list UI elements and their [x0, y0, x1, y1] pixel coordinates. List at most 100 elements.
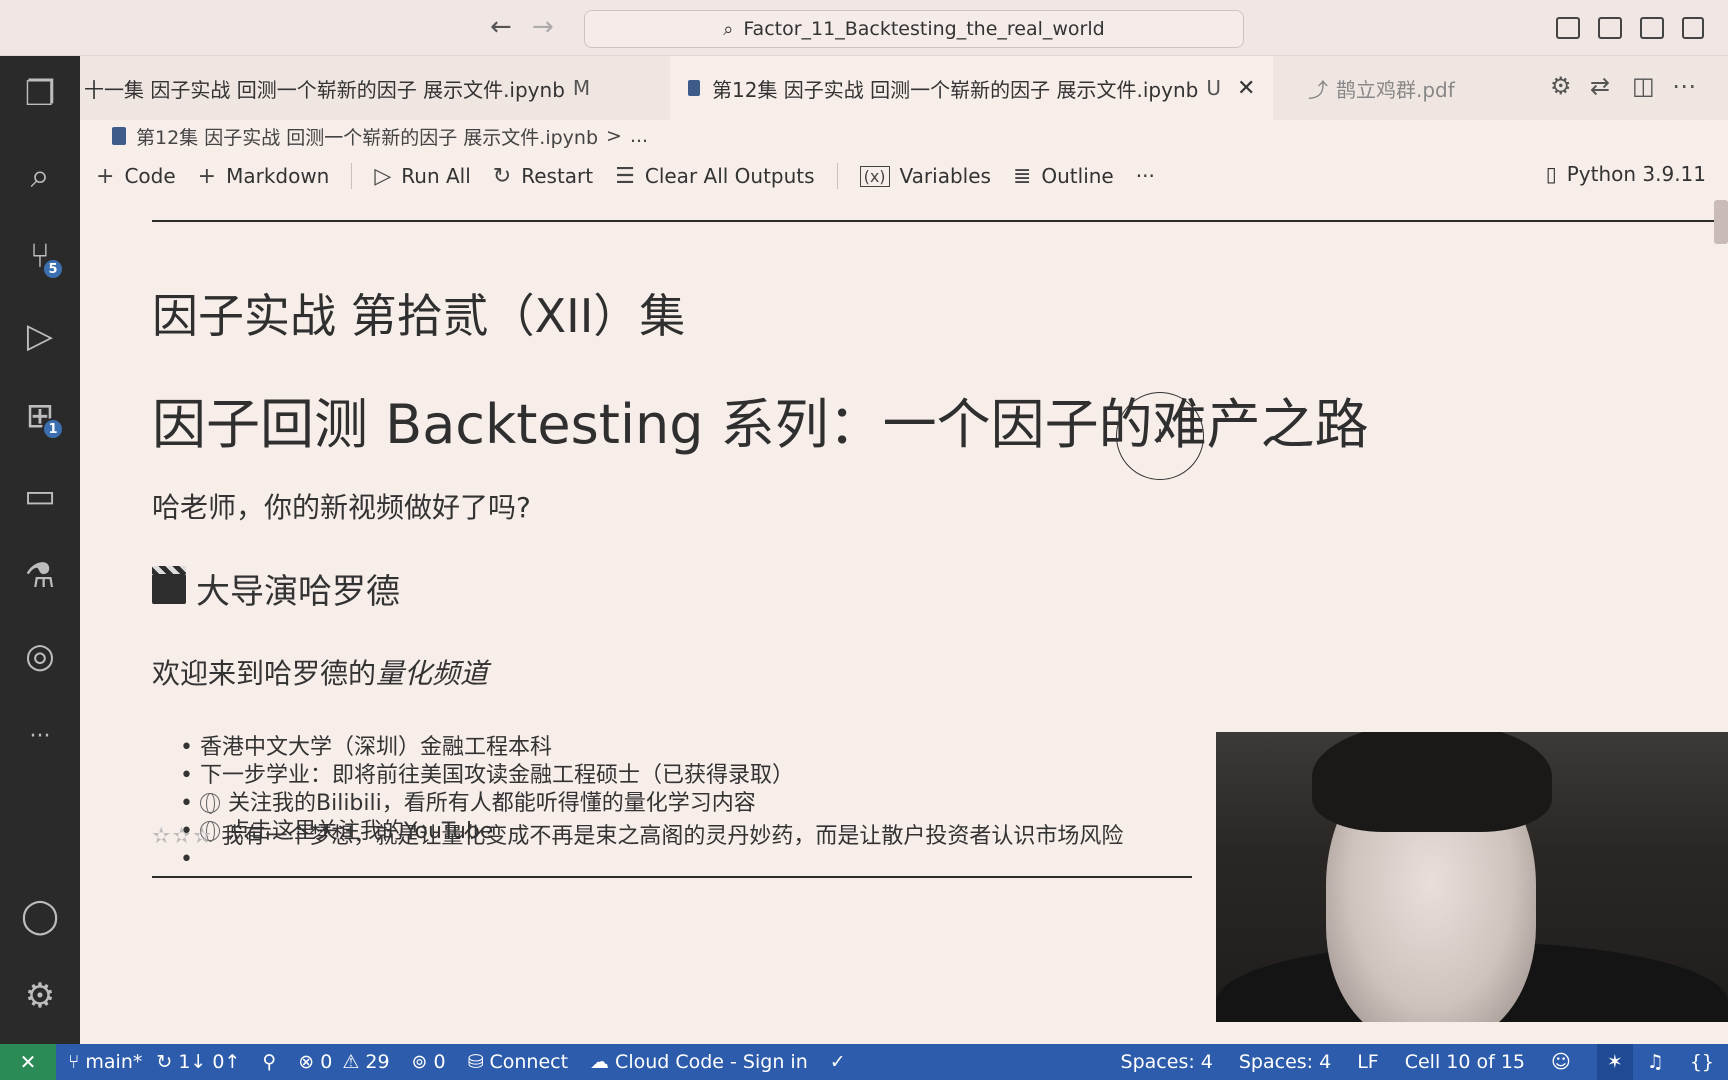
kernel-icon: ▯	[1545, 162, 1557, 186]
run-all-icon: ▷	[374, 163, 392, 189]
variables-button[interactable]: (x) Variables	[859, 164, 991, 188]
more-actions-icon[interactable]: ⋯	[1672, 72, 1696, 100]
cell-position-indicator[interactable]: Cell 10 of 15	[1405, 1051, 1525, 1073]
tab-modified-mark: M	[572, 76, 591, 100]
breadcrumb-more[interactable]: ...	[630, 125, 648, 147]
bio-list: 香港中文大学（深圳）金融工程本科 下一步学业：即将前往美国攻读金融工程硕士（已获…	[180, 734, 795, 874]
settings-gear-icon[interactable]: ⚙	[1550, 72, 1572, 100]
clear-outputs-icon: ☰	[615, 163, 635, 189]
customize-layout-icon[interactable]	[1682, 17, 1704, 39]
ports-indicator[interactable]: ⊚ 0	[412, 1051, 446, 1073]
button-label: Restart	[521, 164, 594, 188]
tab-pdf[interactable]: ⤴ 鹊立鸡群.pdf	[1308, 56, 1455, 120]
explorer-icon[interactable]: ❐	[0, 64, 80, 124]
tab-episode-11[interactable]: 十一集 因子实战 回测一个崭新的因子 展示文件.ipynb M	[84, 56, 604, 120]
source-control-icon[interactable]: ⑂ 5	[0, 226, 80, 286]
director-text: 大导演哈罗德	[196, 572, 400, 612]
director-heading: 大导演哈罗德	[152, 564, 400, 613]
search-sidebar-icon[interactable]: ⌕	[0, 146, 80, 206]
more-views-icon[interactable]: ···	[0, 706, 80, 766]
remote-indicator-icon[interactable]: ✕	[0, 1044, 56, 1080]
forward-arrow-icon[interactable]: →	[532, 12, 554, 42]
welcome-emphasis: 量化频道	[376, 657, 489, 690]
tab-label: 第12集 因子实战 回测一个崭新的因子 展示文件.ipynb	[712, 77, 1199, 102]
sync-indicator[interactable]: ↻ 1↓ 0↑	[156, 1051, 240, 1073]
variables-icon: (x)	[859, 165, 890, 187]
notebook-file-icon	[112, 127, 126, 145]
cloud-icon: ☁	[590, 1051, 610, 1073]
tab-episode-12[interactable]: 第12集 因子实战 回测一个崭新的因子 展示文件.ipynb U ✕	[670, 56, 1274, 120]
branch-label: main*	[85, 1051, 143, 1073]
list-item	[180, 846, 794, 874]
notebook-toolbar: + Code + Markdown ▷ Run All ↻ Restart ☰ Clear…	[80, 152, 1728, 200]
breadcrumb-file[interactable]: 第12集 因子实战 回测一个崭新的因子 展示文件.ipynb	[136, 123, 598, 150]
notifications-bell-icon[interactable]: ♫	[1647, 1051, 1664, 1073]
plus-icon: +	[96, 163, 115, 189]
eol-indicator[interactable]: LF	[1357, 1051, 1379, 1073]
webcam-overlay	[1216, 732, 1728, 1022]
editor-tabs: 十一集 因子实战 回测一个崭新的因子 展示文件.ipynb M 第12集 因子实…	[80, 56, 1728, 120]
git-graph-icon[interactable]: ◎	[0, 626, 80, 686]
tab-label: 鹊立鸡群.pdf	[1336, 77, 1455, 102]
clear-all-outputs-button[interactable]: ☰ Clear All Outputs	[615, 164, 814, 189]
kernel-picker[interactable]: ▯ Python 3.9.11	[1546, 162, 1706, 186]
dream-statement: ✫✫✫ 我有一个梦想，就是让量化变成不再是束之高阁的灵丹妙药，而是让散户投资者认识…	[152, 818, 1123, 850]
compare-changes-icon[interactable]: ⇄	[1590, 72, 1610, 100]
no-sparkle-icon[interactable]: ✶	[1596, 1044, 1633, 1080]
extensions-icon[interactable]: ⊞ 1	[0, 386, 80, 446]
more-toolbar-button[interactable]: ···	[1136, 164, 1155, 188]
dream-text: 我有一个梦想，就是让量化变成不再是束之高阁的灵丹妙药，而是让散户投资者认识市场风…	[221, 824, 1124, 849]
status-bar: ✕ ⑂ main* ↻ 1↓ 0↑ ⚲ ⊗ 0 ⚠ 29 ⊚ 0 ⛁ Connect ☁ Cl…	[0, 1044, 1728, 1080]
branch-icon: ⑂	[68, 1051, 80, 1073]
branch-indicator[interactable]: ⑂ main*	[68, 1051, 142, 1073]
warning-count: 29	[365, 1051, 390, 1073]
scrollbar-thumb[interactable]	[1714, 200, 1728, 244]
run-debug-icon[interactable]: ▷	[0, 306, 80, 366]
warning-icon: ⚠	[342, 1051, 360, 1073]
split-editor-icon[interactable]: ◫	[1632, 72, 1655, 100]
indentation-indicator[interactable]: Spaces: 4	[1121, 1051, 1213, 1073]
button-label: Outline	[1041, 164, 1114, 188]
git-graph-status[interactable]: ⚲	[262, 1051, 276, 1073]
add-markdown-cell-button[interactable]: + Markdown	[198, 164, 330, 189]
restart-icon: ↻	[492, 163, 512, 189]
breadcrumb-separator: >	[606, 125, 622, 147]
source-control-badge: 5	[42, 258, 64, 280]
bilibili-link[interactable]: 关注我的Bilibili，看所有人都能听得懂的量化学习内容	[228, 791, 756, 816]
connect-button[interactable]: ⛁ Connect	[468, 1051, 568, 1073]
problems-indicator[interactable]: ⊗ 0 ⚠ 29	[298, 1051, 389, 1073]
add-code-cell-button[interactable]: + Code	[96, 164, 176, 189]
horizontal-rule	[152, 876, 1192, 878]
toggle-primary-sidebar-icon[interactable]	[1556, 17, 1580, 39]
mouse-cursor-highlight: I	[1116, 392, 1204, 480]
stars-icon: ✫✫✫	[152, 824, 214, 849]
indentation-indicator-2[interactable]: Spaces: 4	[1239, 1051, 1331, 1073]
copilot-icon[interactable]: ☺	[1551, 1051, 1571, 1073]
heading-episode: 因子实战 第拾贰（XII）集	[152, 289, 686, 343]
error-count: 0	[320, 1051, 333, 1073]
json-braces-icon[interactable]: {}	[1690, 1051, 1714, 1073]
list-item-text: 下一步学业：即将前往美国攻读金融工程硕士（已获得录取）	[200, 763, 795, 788]
sync-label: 1↓ 0↑	[178, 1051, 241, 1073]
search-text: Factor_11_Backtesting_the_real_world	[743, 18, 1105, 40]
check-icon[interactable]: ✓	[830, 1051, 846, 1073]
button-label: Variables	[899, 164, 991, 188]
outline-button[interactable]: ≣ Outline	[1013, 164, 1114, 189]
close-tab-icon[interactable]: ✕	[1237, 76, 1255, 101]
text-cursor-icon: I	[1157, 425, 1163, 447]
run-all-button[interactable]: ▷ Run All	[374, 164, 470, 189]
toolbar-divider	[351, 163, 353, 189]
list-item[interactable]: 关注我的Bilibili，看所有人都能听得懂的量化学习内容	[180, 790, 794, 818]
testing-icon[interactable]: ⚗	[0, 546, 80, 606]
command-center-search[interactable]: ⌕ Factor_11_Backtesting_the_real_world	[584, 10, 1244, 48]
extensions-badge: 1	[42, 418, 64, 440]
button-label: Run All	[401, 164, 471, 188]
toggle-panel-icon[interactable]	[1598, 17, 1622, 39]
manage-gear-icon[interactable]: ⚙	[0, 966, 80, 1026]
back-arrow-icon[interactable]: ←	[490, 12, 512, 42]
remote-explorer-icon[interactable]: ▭	[0, 466, 80, 526]
account-icon[interactable]: ◯	[0, 886, 80, 946]
restart-button[interactable]: ↻ Restart	[493, 164, 593, 189]
toggle-secondary-sidebar-icon[interactable]	[1640, 17, 1664, 39]
cloud-code-button[interactable]: ☁ Cloud Code - Sign in	[590, 1051, 808, 1073]
